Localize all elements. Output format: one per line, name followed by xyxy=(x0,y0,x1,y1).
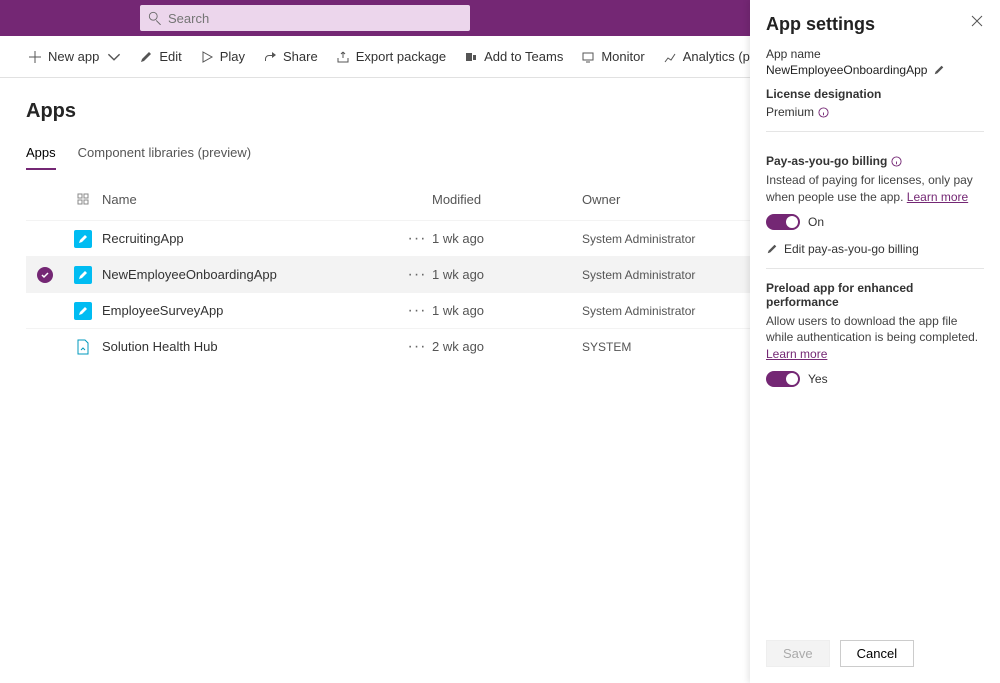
owner-cell: System Administrator xyxy=(582,304,752,318)
preload-toggle-label: Yes xyxy=(808,372,828,386)
payg-title: Pay-as-you-go billing xyxy=(766,154,902,168)
preload-toggle[interactable] xyxy=(766,371,800,387)
app-name-cell: NewEmployeeOnboardingApp xyxy=(102,267,402,282)
view-icon[interactable] xyxy=(76,192,90,206)
app-name-value: NewEmployeeOnboardingApp xyxy=(766,63,927,77)
app-name-cell: RecruitingApp xyxy=(102,231,402,246)
panel-close-button[interactable] xyxy=(970,14,984,33)
app-name-label: App name xyxy=(766,47,984,61)
col-name[interactable]: Name xyxy=(102,192,402,207)
save-button: Save xyxy=(766,640,830,667)
col-owner[interactable]: Owner xyxy=(582,192,752,207)
payg-toggle-label: On xyxy=(808,215,824,229)
edit-payg-button[interactable]: Edit pay-as-you-go billing xyxy=(766,242,984,256)
play-icon xyxy=(200,50,214,64)
app-settings-panel: App settings App name NewEmployeeOnboard… xyxy=(750,0,1000,683)
export-package-button[interactable]: Export package xyxy=(336,49,446,64)
payg-desc: Instead of paying for licenses, only pay… xyxy=(766,172,984,206)
app-name-cell: EmployeeSurveyApp xyxy=(102,303,402,318)
monitor-button[interactable]: Monitor xyxy=(581,49,644,64)
pencil-icon xyxy=(139,50,153,64)
panel-title: App settings xyxy=(766,14,875,35)
monitor-icon xyxy=(581,50,595,64)
modified-cell: 1 wk ago xyxy=(432,231,582,246)
owner-cell: SYSTEM xyxy=(582,340,752,354)
chevron-down-icon xyxy=(107,50,121,64)
play-button[interactable]: Play xyxy=(200,49,245,64)
search-input[interactable] xyxy=(168,11,462,26)
modified-cell: 2 wk ago xyxy=(432,339,582,354)
modified-cell: 1 wk ago xyxy=(432,303,582,318)
model-app-icon xyxy=(74,338,92,356)
selected-indicator xyxy=(37,267,53,283)
payg-learn-more-link[interactable]: Learn more xyxy=(907,190,968,204)
add-to-teams-button[interactable]: Add to Teams xyxy=(464,49,563,64)
row-more-button[interactable]: ··· xyxy=(402,302,432,320)
owner-cell: System Administrator xyxy=(582,268,752,282)
col-modified[interactable]: Modified xyxy=(432,192,582,207)
pencil-icon[interactable] xyxy=(933,64,945,76)
canvas-app-icon xyxy=(74,266,92,284)
share-button[interactable]: Share xyxy=(263,49,318,64)
modified-cell: 1 wk ago xyxy=(432,267,582,282)
teams-icon xyxy=(464,50,478,64)
payg-toggle[interactable] xyxy=(766,214,800,230)
edit-button[interactable]: Edit xyxy=(139,49,181,64)
tab-apps[interactable]: Apps xyxy=(26,145,56,170)
search-box[interactable] xyxy=(140,5,470,31)
export-icon xyxy=(336,50,350,64)
preload-title: Preload app for enhanced performance xyxy=(766,281,984,309)
search-icon xyxy=(148,11,162,25)
canvas-app-icon xyxy=(74,230,92,248)
info-icon[interactable] xyxy=(818,107,829,118)
row-more-button[interactable]: ··· xyxy=(402,230,432,248)
plus-icon xyxy=(28,50,42,64)
analytics-icon xyxy=(663,50,677,64)
license-label: License designation xyxy=(766,87,984,101)
preload-desc: Allow users to download the app file whi… xyxy=(766,313,984,363)
preload-learn-more-link[interactable]: Learn more xyxy=(766,347,827,361)
row-more-button[interactable]: ··· xyxy=(402,338,432,356)
share-icon xyxy=(263,50,277,64)
canvas-app-icon xyxy=(74,302,92,320)
cancel-button[interactable]: Cancel xyxy=(840,640,914,667)
close-icon xyxy=(970,14,984,28)
app-name-cell: Solution Health Hub xyxy=(102,339,402,354)
new-app-button[interactable]: New app xyxy=(28,49,121,64)
owner-cell: System Administrator xyxy=(582,232,752,246)
info-icon[interactable] xyxy=(891,156,902,167)
tab-component-libraries[interactable]: Component libraries (preview) xyxy=(78,145,251,170)
pencil-icon xyxy=(766,243,778,255)
license-value: Premium xyxy=(766,105,814,119)
row-more-button[interactable]: ··· xyxy=(402,266,432,284)
